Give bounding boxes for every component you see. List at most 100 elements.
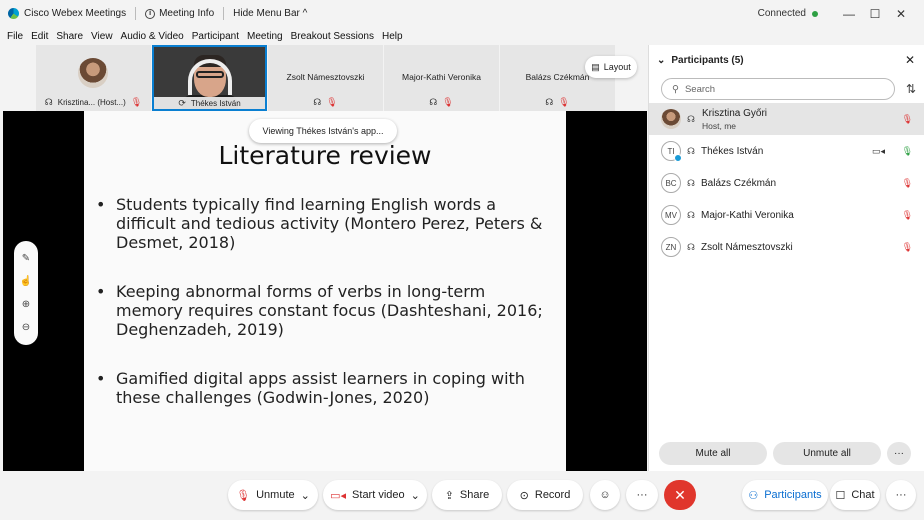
search-icon: ⚲ (672, 83, 679, 95)
headset-icon: ☊ (687, 145, 695, 156)
layout-label: Layout (603, 62, 631, 72)
reactions-button[interactable]: ☺ (590, 480, 620, 510)
tile-name: Krisztina... (Host...) (57, 98, 126, 107)
search-placeholder: Search (684, 83, 716, 95)
sort-icon[interactable]: ⇅ (906, 82, 916, 96)
participant-role: Host, me (702, 121, 737, 131)
slide-bullet: Gamified digital apps assist learners in… (96, 369, 546, 407)
shared-content-stage: Literature review Students typically fin… (3, 111, 647, 474)
video-tile-thekes[interactable]: ⟳ Thékes István (152, 45, 267, 111)
headset-icon: ☊ (687, 113, 695, 124)
close-window-button[interactable]: ✕ (888, 7, 914, 21)
more-options-button[interactable]: ··· (626, 480, 658, 510)
start-video-button[interactable]: ▭◂ Start video ⌄ (323, 480, 427, 510)
participant-name: Thékes István (701, 145, 764, 157)
headset-icon: ☊ (313, 97, 322, 107)
participants-label: Participants (764, 489, 822, 501)
video-tile-major-kathi[interactable]: Major-Kathi Veronika ☊ 🎙︎ (384, 45, 499, 111)
menu-breakout-sessions[interactable]: Breakout Sessions (291, 31, 374, 42)
info-icon: i (145, 8, 156, 19)
participant-search[interactable]: ⚲ Search (661, 78, 895, 100)
mic-muted-icon[interactable]: 🎙︎ (902, 178, 913, 189)
share-button[interactable]: ⇪ Share (432, 480, 502, 510)
mic-muted-icon: 🎙︎ (326, 97, 338, 107)
avatar (78, 58, 108, 88)
participant-row[interactable]: MV ☊ Major-Kathi Veronika 🎙︎ (649, 199, 924, 231)
close-panel-icon[interactable]: ✕ (905, 53, 915, 67)
headset-icon: ☊ (429, 97, 438, 107)
menu-audio-video[interactable]: Audio & Video (121, 31, 184, 42)
participants-icon: ⚇ (748, 489, 759, 502)
record-label: Record (534, 489, 571, 501)
participant-row[interactable]: TI ☊ Thékes István ▭◂ 🎙︎ (649, 135, 924, 167)
viewing-indicator[interactable]: Viewing Thékes István's app... (249, 119, 397, 143)
close-icon: ✕ (674, 486, 686, 503)
menu-participant[interactable]: Participant (192, 31, 239, 42)
menu-help[interactable]: Help (382, 31, 403, 42)
chat-label: Chat (851, 489, 875, 501)
tile-status: ☊ 🎙︎ (500, 97, 615, 108)
annotation-toolbar: ✎ ☝ ⊕ ⊖ (14, 241, 38, 345)
panel-more-button[interactable]: ··· (887, 442, 911, 465)
chevron-down-icon[interactable]: ⌄ (301, 489, 310, 502)
zoom-in-icon[interactable]: ⊕ (22, 299, 30, 310)
participant-row[interactable]: ZN ☊ Zsolt Námesztovszki 🎙︎ (649, 231, 924, 263)
tile-name: Zsolt Námesztovszki (286, 72, 365, 82)
video-tile-zsolt[interactable]: Zsolt Námesztovszki ☊ 🎙︎ (268, 45, 383, 111)
participants-button[interactable]: ⚇ Participants (742, 480, 828, 510)
record-button[interactable]: ⊙ Record (507, 480, 583, 510)
divider (135, 7, 137, 20)
participant-name: Balázs Czékmán (701, 177, 777, 189)
panel-header: ⌄ Participants (5) ✕ (649, 45, 924, 75)
annotate-icon[interactable]: ✎ (22, 253, 30, 264)
slide-bullet: Students typically find learning English… (96, 195, 546, 252)
title-bar: Cisco Webex Meetings i Meeting Info Hide… (0, 0, 924, 27)
unmute-all-button[interactable]: Unmute all (773, 442, 881, 465)
window-controls: Connected — ☐ ✕ (758, 0, 914, 27)
unmute-button[interactable]: 🎙︎ Unmute ⌄ (228, 480, 318, 510)
overflow-button[interactable]: ··· (886, 480, 916, 510)
menu-share[interactable]: Share (56, 31, 83, 42)
avatar: TI (661, 141, 682, 162)
tile-status: ⟳ Thékes István (154, 97, 265, 109)
participant-name: Major-Kathi Veronika (701, 209, 794, 221)
mic-muted-icon[interactable]: 🎙︎ (902, 210, 913, 221)
participant-row[interactable]: BC ☊ Balázs Czékmán 🎙︎ (649, 167, 924, 199)
menu-view[interactable]: View (91, 31, 113, 42)
mic-muted-icon[interactable]: 🎙︎ (902, 242, 913, 253)
zoom-out-icon[interactable]: ⊖ (22, 322, 30, 333)
minimize-button[interactable]: — (836, 7, 862, 21)
video-strip: ☊ Krisztina... (Host...) 🎙︎ ⟳ Thékes Ist… (36, 45, 616, 111)
collapse-chevron-icon[interactable]: ⌄ (657, 55, 665, 66)
video-tile-krisztina[interactable]: ☊ Krisztina... (Host...) 🎙︎ (36, 45, 151, 111)
mic-muted-icon[interactable]: 🎙︎ (902, 114, 913, 125)
connection-status-label: Connected (757, 8, 806, 19)
layout-button[interactable]: ▤ Layout (585, 56, 637, 78)
menu-bar: File Edit Share View Audio & Video Parti… (0, 27, 924, 45)
connected-dot-icon (812, 10, 818, 17)
chat-icon: ☐ (835, 489, 846, 502)
chat-button[interactable]: ☐ Chat (830, 480, 880, 510)
control-icon[interactable]: ☝ (20, 276, 32, 287)
hide-menu-bar-button[interactable]: Hide Menu Bar ^ (233, 8, 307, 19)
end-meeting-button[interactable]: ✕ (664, 480, 696, 510)
tile-name: Major-Kathi Veronika (402, 72, 481, 82)
slide-bullets: Students typically find learning English… (96, 195, 546, 437)
menu-edit[interactable]: Edit (31, 31, 48, 42)
start-video-label: Start video (352, 489, 405, 501)
mic-on-icon[interactable]: 🎙︎ (902, 146, 913, 157)
menu-file[interactable]: File (7, 31, 23, 42)
webex-logo-icon (8, 8, 19, 19)
chevron-down-icon[interactable]: ⌄ (411, 489, 420, 502)
menu-meeting[interactable]: Meeting (247, 31, 283, 42)
record-icon: ⊙ (519, 489, 529, 502)
presenter-badge-icon (674, 154, 682, 162)
participant-row[interactable]: ☊ Krisztina Győri Host, me 🎙︎ (649, 103, 924, 135)
shared-slide: Literature review Students typically fin… (84, 111, 566, 474)
slide-bullet: Keeping abnormal forms of verbs in long-… (96, 282, 546, 339)
maximize-button[interactable]: ☐ (862, 7, 888, 21)
avatar: ZN (661, 237, 681, 257)
video-tile-balazs[interactable]: Balázs Czékmán ☊ 🎙︎ (500, 45, 615, 111)
meeting-info-button[interactable]: i Meeting Info (145, 8, 214, 19)
mute-all-button[interactable]: Mute all (659, 442, 767, 465)
